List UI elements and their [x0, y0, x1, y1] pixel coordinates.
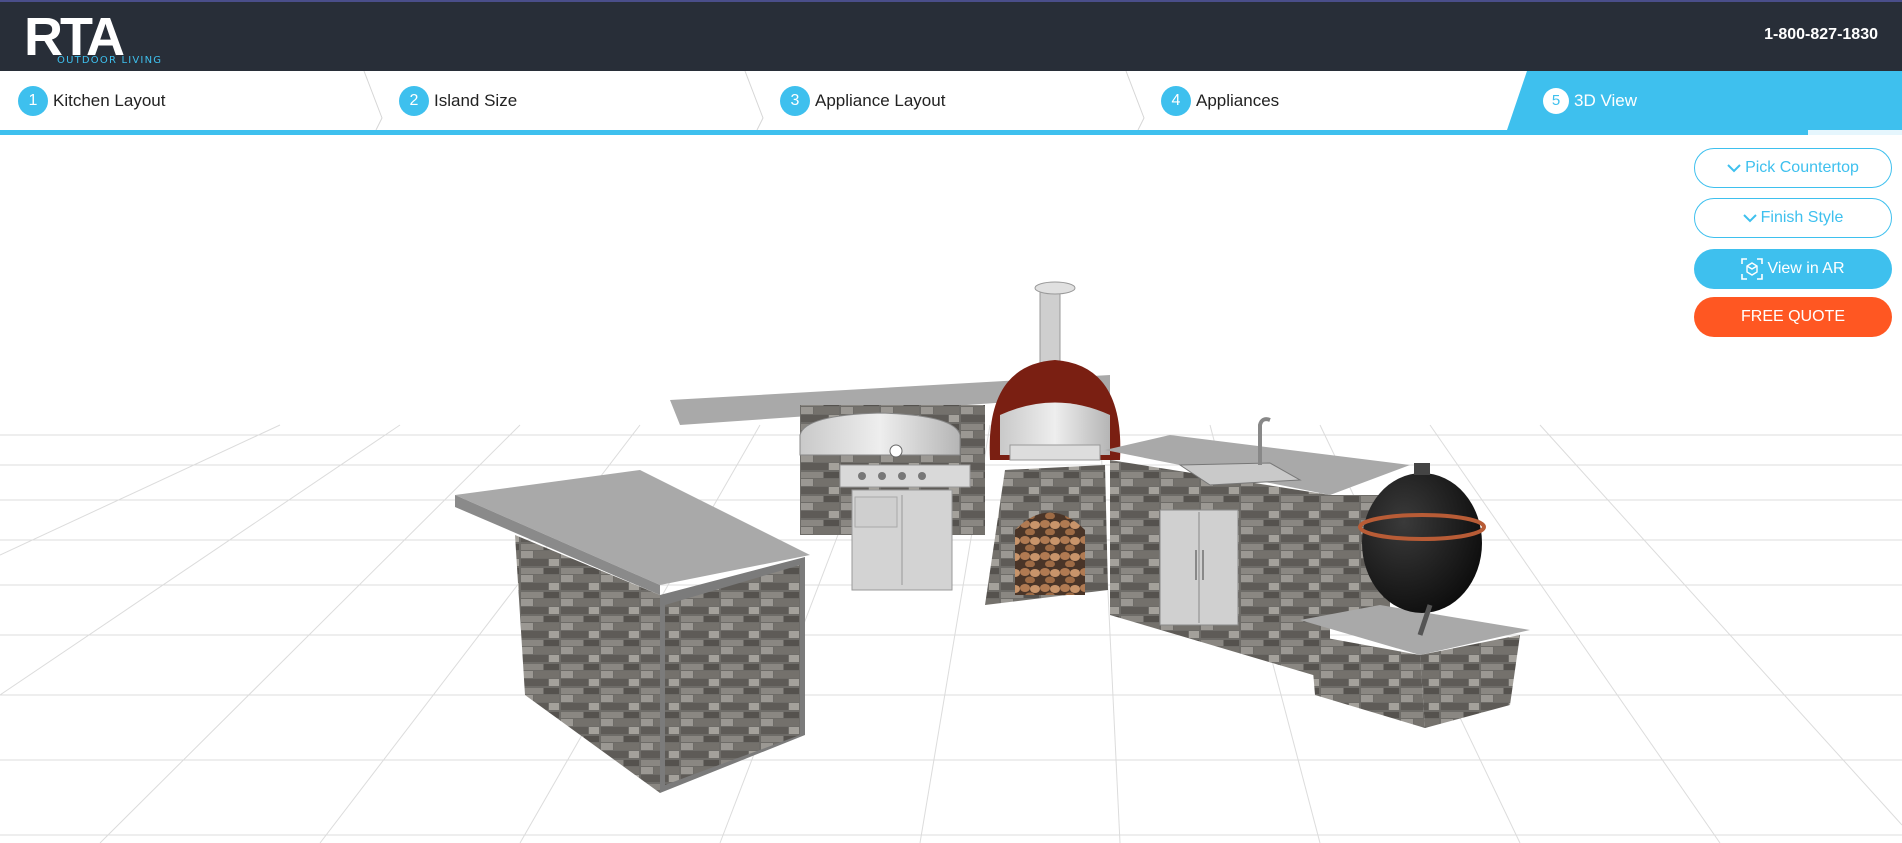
step-number: 1 [18, 85, 48, 116]
step-number: 4 [1161, 85, 1191, 116]
step-number: 2 [399, 85, 429, 116]
3d-kitchen-viewport[interactable] [0, 135, 1902, 843]
step-label: Appliance Layout [815, 90, 946, 110]
step-separator [363, 71, 383, 130]
free-quote-button[interactable]: FREE QUOTE [1694, 297, 1892, 337]
chevron-down-icon [1742, 214, 1757, 223]
finish-style-button[interactable]: Finish Style [1694, 198, 1892, 238]
step-separator [744, 71, 764, 130]
step-label: Island Size [434, 90, 518, 110]
step-separator [1125, 71, 1145, 130]
view-in-ar-label: View in AR [1767, 260, 1845, 277]
pick-countertop-label: Pick Countertop [1745, 159, 1859, 176]
chevron-down-icon [1727, 164, 1741, 173]
step-number: 5 [1543, 87, 1569, 114]
pick-countertop-button[interactable]: Pick Countertop [1694, 148, 1892, 188]
view-in-ar-button[interactable]: View in AR [1694, 249, 1892, 289]
step-label: 3D View [1574, 90, 1637, 110]
logo-subtitle: OUTDOOR LIVING [57, 55, 163, 66]
step-label: Kitchen Layout [53, 90, 166, 110]
step-kitchen-layout[interactable]: 1 Kitchen Layout [18, 71, 165, 130]
ar-cube-icon [1741, 258, 1764, 280]
finish-style-label: Finish Style [1760, 209, 1844, 226]
step-label: Appliances [1196, 90, 1280, 110]
step-number: 3 [780, 85, 810, 116]
step-appliance-layout[interactable]: 3 Appliance Layout [780, 71, 945, 130]
free-quote-label: FREE QUOTE [1740, 308, 1845, 325]
phone-number[interactable]: 1-800-827-1830 [1764, 26, 1878, 44]
step-island-size[interactable]: 2 Island Size [399, 71, 517, 130]
pizza-oven [985, 281, 1121, 605]
top-header: RTA OUTDOOR LIVING 1-800-827-1830 [0, 0, 1902, 71]
step-3d-view[interactable]: 5 3D View [1543, 71, 1637, 130]
step-appliances[interactable]: 4 Appliances [1161, 71, 1279, 130]
